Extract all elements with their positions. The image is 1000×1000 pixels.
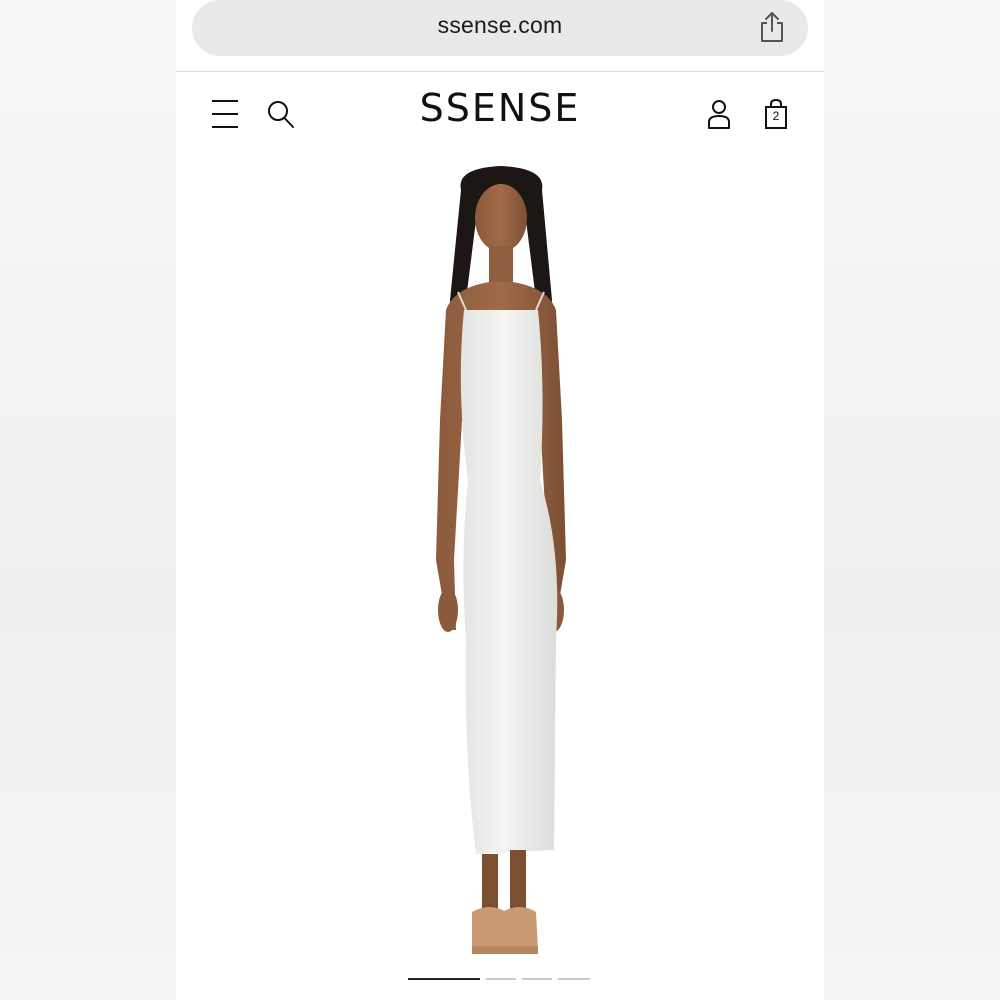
address-bar[interactable]: ssense.com bbox=[192, 0, 808, 56]
image-carousel-indicator[interactable] bbox=[176, 978, 824, 982]
carousel-dot-2[interactable] bbox=[486, 978, 516, 980]
user-icon[interactable] bbox=[706, 98, 732, 130]
background-right bbox=[824, 0, 1000, 1000]
carousel-dot-3[interactable] bbox=[522, 978, 552, 980]
background-left bbox=[0, 0, 176, 1000]
url-text[interactable]: ssense.com bbox=[192, 12, 808, 39]
phone-screen: ssense.com SSENSE 2 bbox=[176, 0, 824, 1000]
site-header: SSENSE 2 bbox=[176, 72, 824, 152]
shopping-bag-button[interactable]: 2 bbox=[763, 98, 789, 130]
share-icon[interactable] bbox=[758, 10, 786, 44]
product-image[interactable] bbox=[376, 160, 626, 960]
carousel-dot-4[interactable] bbox=[558, 978, 590, 980]
carousel-dot-1[interactable] bbox=[408, 978, 480, 980]
bag-count: 2 bbox=[772, 109, 780, 123]
